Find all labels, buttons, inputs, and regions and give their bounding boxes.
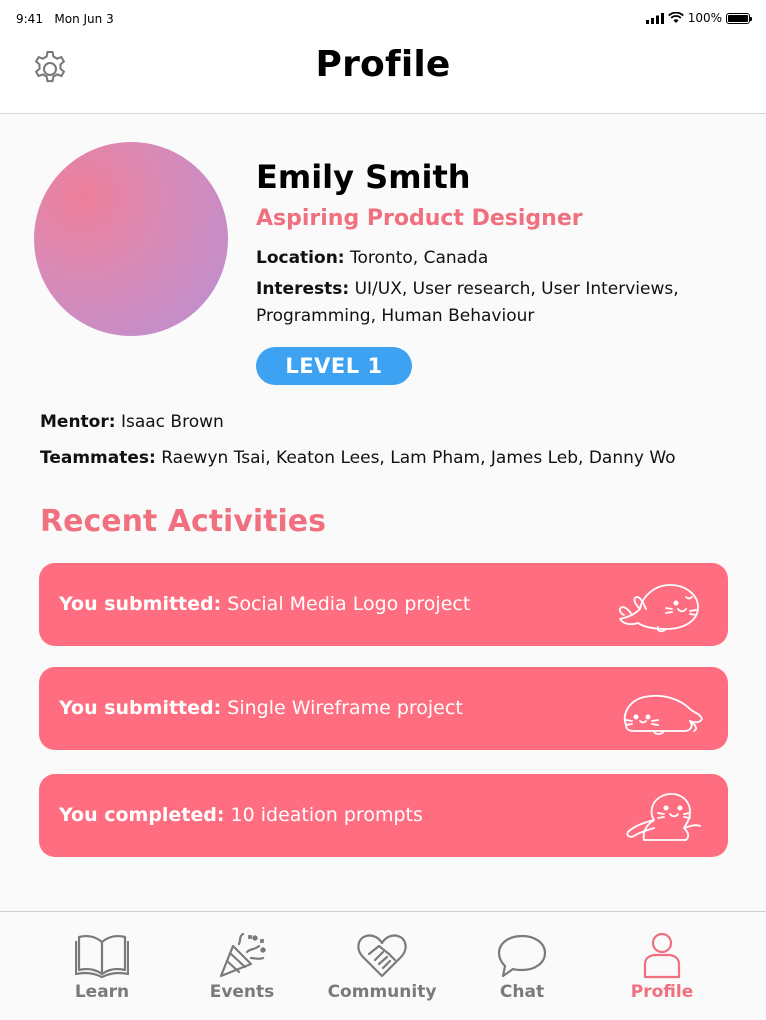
seal-lying-icon <box>623 694 703 735</box>
profile-location: Location: Toronto, Canada <box>256 248 489 268</box>
mentor-name: Isaac Brown <box>120 412 224 432</box>
book-icon <box>75 934 129 979</box>
heart-handshake-icon <box>357 934 407 978</box>
activity-text: Single Wireframe project <box>227 697 463 719</box>
recent-activities-title: Recent Activities <box>40 504 327 539</box>
tab-label: Chat <box>499 982 545 1002</box>
profile-info: Emily Smith Aspiring Product Designer Lo… <box>256 156 726 385</box>
activity-label: You completed: <box>59 804 225 826</box>
person-icon <box>643 932 681 979</box>
seal-sitting-icon <box>626 793 701 841</box>
header: Profile <box>0 38 766 114</box>
tab-profile[interactable]: Profile <box>602 912 722 1020</box>
avatar <box>34 142 228 336</box>
battery-icon <box>726 12 752 24</box>
tab-community[interactable]: Community <box>322 912 442 1020</box>
teammates-line: Teammates: Raewyn Tsai, Keaton Lees, Lam… <box>40 448 676 468</box>
status-date: Mon Jun 3 <box>54 12 114 26</box>
tab-label: Learn <box>74 982 130 1002</box>
tab-label: Events <box>209 982 275 1002</box>
teammates-names: Raewyn Tsai, Keaton Lees, Lam Pham, Jame… <box>161 448 676 468</box>
profile-role: Aspiring Product Designer <box>256 206 583 231</box>
battery-percent: 100% <box>687 11 722 25</box>
tab-chat[interactable]: Chat <box>462 912 582 1020</box>
activity-text: 10 ideation prompts <box>230 804 423 826</box>
mentor-line: Mentor: Isaac Brown <box>40 412 224 432</box>
activity-card[interactable]: You completed: 10 ideation prompts <box>39 774 728 857</box>
status-bar: 9:41 Mon Jun 3 100% <box>0 0 766 38</box>
level-badge: LEVEL 1 <box>256 347 412 385</box>
signal-icon <box>645 12 664 24</box>
profile-interests: Interests: UI/UX, User research, User In… <box>256 279 679 326</box>
tab-label: Community <box>327 982 437 1002</box>
status-indicators: 100% <box>645 11 752 25</box>
activity-label: You submitted: <box>59 697 222 719</box>
tab-learn[interactable]: Learn <box>42 912 162 1020</box>
profile-name: Emily Smith <box>256 158 471 196</box>
tab-events[interactable]: Events <box>182 912 302 1020</box>
tab-bar: Learn Events Community Chat Profile <box>0 911 766 1020</box>
seal-waving-icon <box>618 584 699 633</box>
activity-label: You submitted: <box>59 593 222 615</box>
chat-bubble-icon <box>497 934 547 978</box>
wifi-icon <box>667 12 684 23</box>
activity-card[interactable]: You submitted: Single Wireframe project <box>39 667 728 750</box>
tab-label: Profile <box>630 982 694 1002</box>
page-title: Profile <box>315 44 451 85</box>
status-time: 9:41 Mon Jun 3 <box>16 12 114 26</box>
party-popper-icon <box>219 932 266 978</box>
activity-text: Social Media Logo project <box>227 593 471 615</box>
activity-card[interactable]: You submitted: Social Media Logo project <box>39 563 728 646</box>
